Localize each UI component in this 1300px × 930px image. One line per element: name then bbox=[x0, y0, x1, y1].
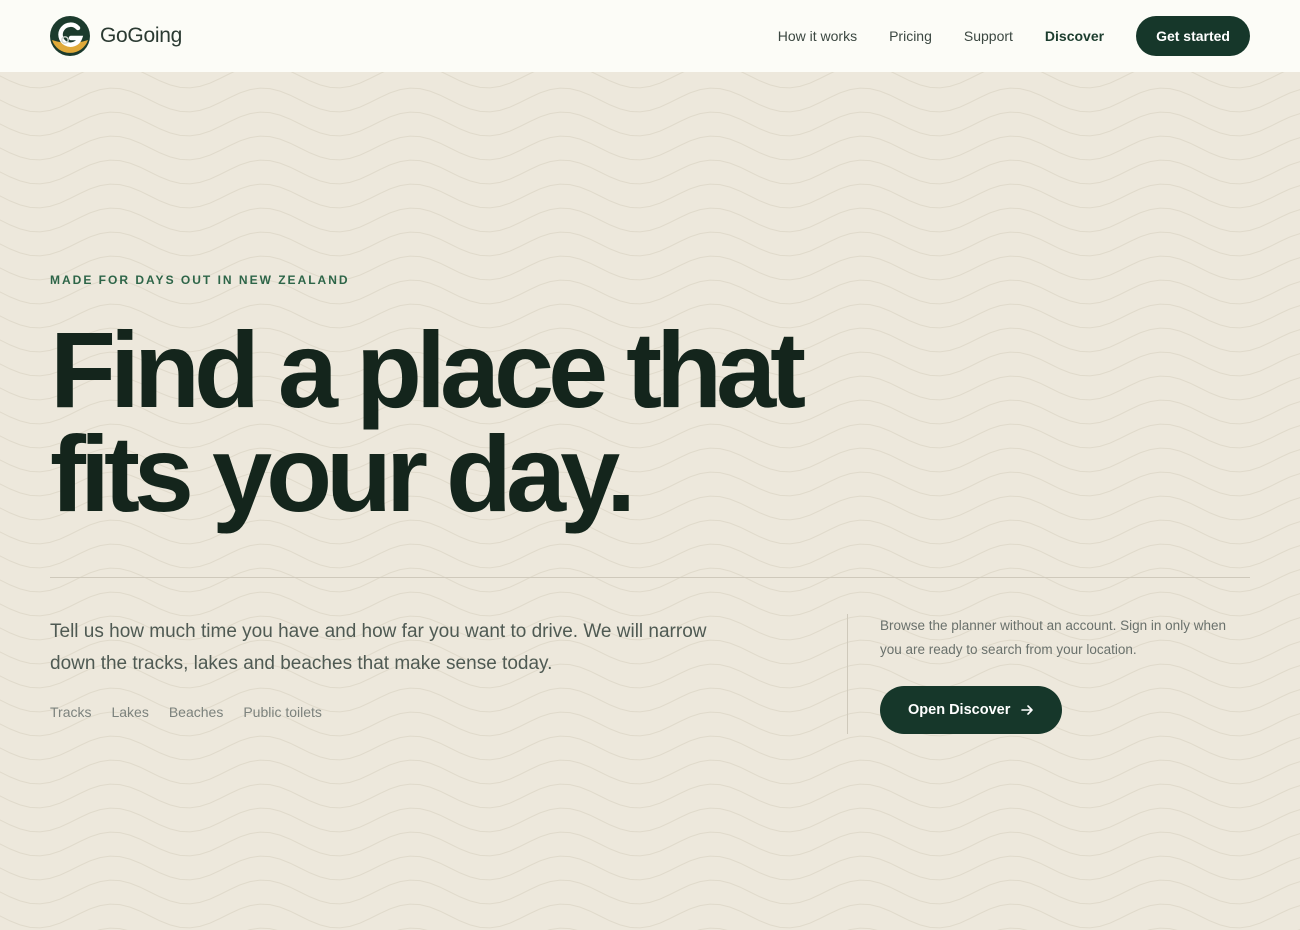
wave-line bbox=[0, 855, 1300, 881]
wave-line bbox=[0, 111, 1300, 137]
nav-discover[interactable]: Discover bbox=[1045, 28, 1104, 44]
nav-support[interactable]: Support bbox=[964, 28, 1013, 44]
nav-pricing[interactable]: Pricing bbox=[889, 28, 932, 44]
tag-lakes: Lakes bbox=[111, 704, 149, 720]
side-note-text: Browse the planner without an account. S… bbox=[880, 618, 1226, 657]
wave-line bbox=[0, 879, 1300, 905]
wave-line bbox=[0, 87, 1300, 113]
tag-public-toilets: Public toilets bbox=[243, 704, 322, 720]
wave-line bbox=[0, 72, 1285, 89]
wave-line bbox=[0, 903, 1300, 929]
wave-line bbox=[0, 543, 1300, 569]
wave-line bbox=[0, 135, 1300, 161]
wave-line bbox=[0, 831, 1300, 857]
wave-line bbox=[0, 207, 1300, 233]
wave-line bbox=[0, 783, 1300, 809]
hero-eyebrow: MADE FOR DAYS OUT IN NEW ZEALAND bbox=[50, 273, 350, 287]
wave-line bbox=[0, 183, 1300, 209]
wave-line bbox=[0, 159, 1300, 185]
wave-line bbox=[0, 735, 1300, 761]
tag-beaches: Beaches bbox=[168, 704, 224, 720]
gogoing-logo-icon bbox=[50, 16, 90, 56]
hero-headline: Find a place that fits your day. bbox=[50, 309, 950, 534]
hero-divider bbox=[50, 577, 1250, 578]
tag-tracks: Tracks bbox=[50, 704, 92, 720]
vertical-divider bbox=[847, 614, 848, 734]
get-started-button[interactable]: Get started bbox=[1136, 16, 1250, 56]
main-nav: How it works Pricing Support Discover Ge… bbox=[746, 16, 1250, 56]
hero-headline-line-2: fits your day. bbox=[50, 413, 636, 534]
brand-name: GoGoing bbox=[100, 24, 182, 47]
nav-how-it-works[interactable]: How it works bbox=[778, 28, 857, 44]
wave-line bbox=[0, 759, 1300, 785]
wave-line bbox=[0, 231, 1300, 257]
open-discover-label: Open Discover bbox=[908, 702, 1011, 718]
arrow-right-icon bbox=[1021, 705, 1034, 715]
hero-lead-text: Tell us how much time you have and how f… bbox=[50, 621, 707, 674]
wave-line bbox=[0, 591, 1300, 617]
site-header: GoGoing How it works Pricing Support Dis… bbox=[0, 0, 1300, 72]
open-discover-button[interactable]: Open Discover bbox=[880, 686, 1063, 734]
category-tags: Tracks Lakes Beaches Public toilets bbox=[50, 704, 322, 720]
hero-headline-line-1: Find a place that bbox=[50, 309, 806, 430]
wave-line bbox=[0, 567, 1300, 593]
wave-line bbox=[0, 807, 1300, 833]
brand-home-link[interactable]: GoGoing bbox=[50, 16, 182, 56]
